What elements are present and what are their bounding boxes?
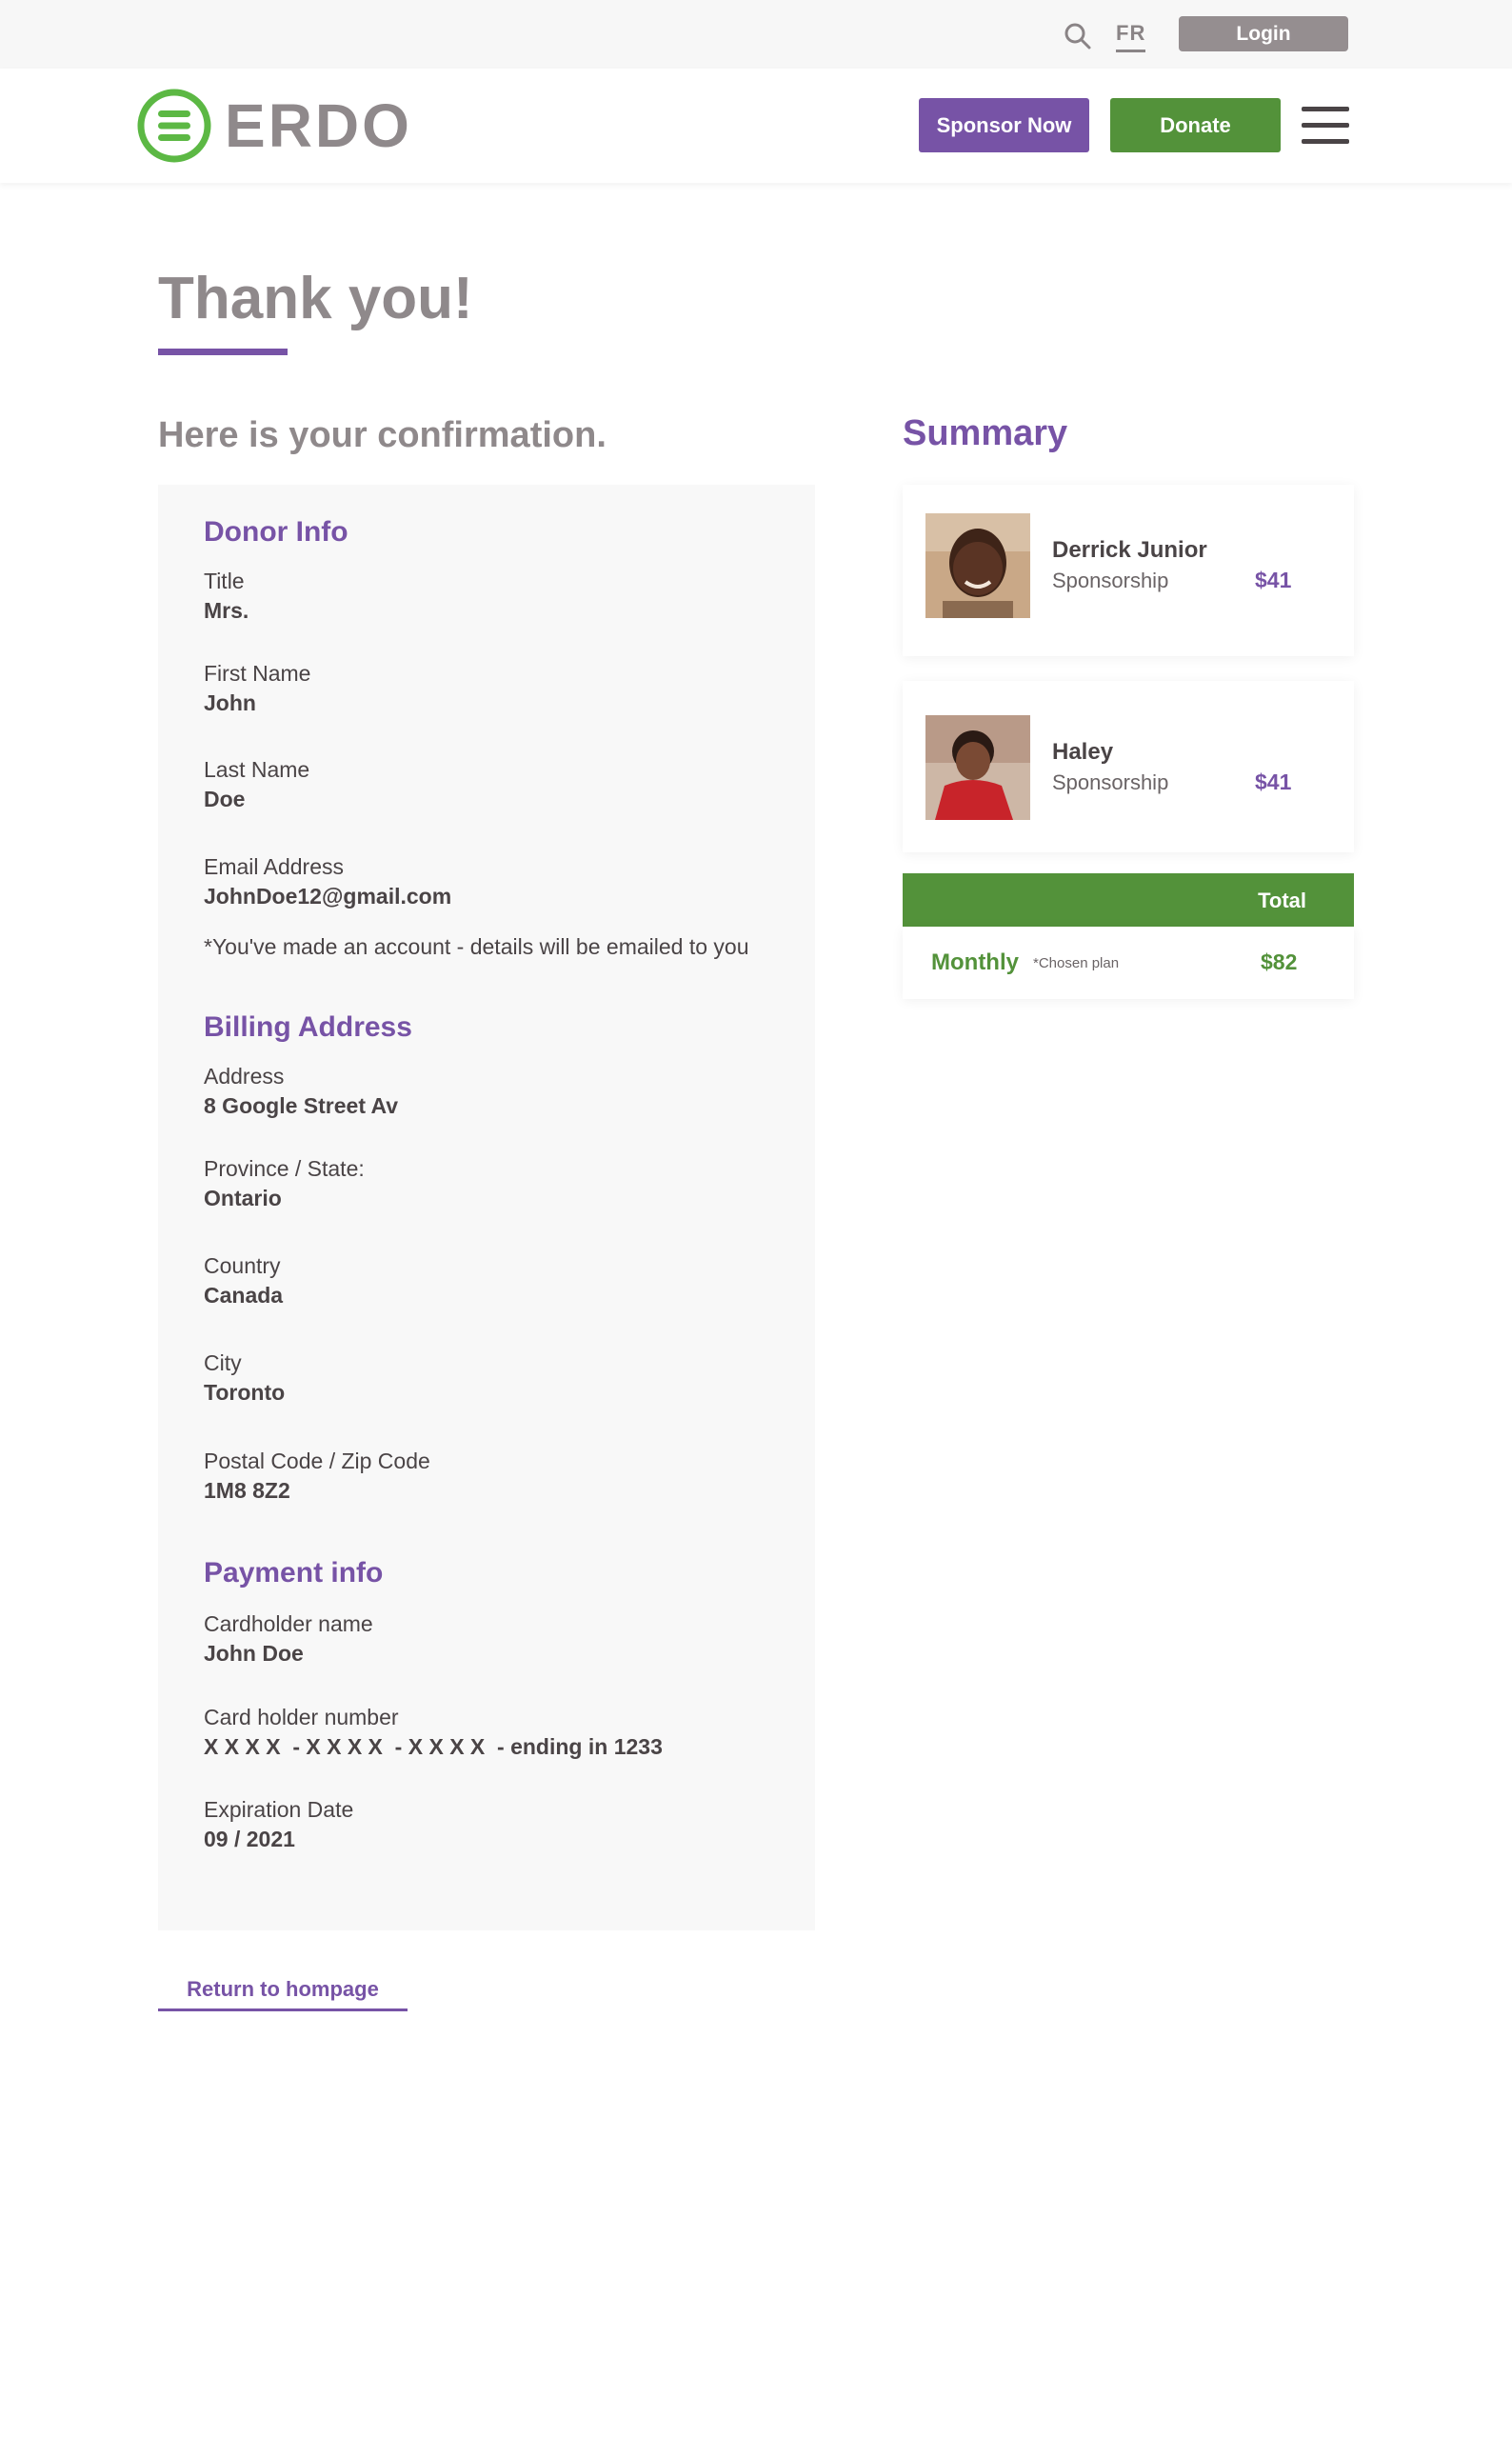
province-label: Province / State: [204, 1156, 365, 1181]
account-note: *You've made an account - details will b… [204, 934, 749, 959]
search-icon[interactable] [1063, 21, 1093, 51]
summary-item-card: Haley Sponsorship $41 [903, 681, 1354, 852]
total-amount: $82 [1261, 949, 1298, 974]
title-underline [158, 349, 288, 355]
expiry-label: Expiration Date [204, 1797, 354, 1822]
donor-info-heading: Donor Info [204, 516, 348, 548]
brand-name[interactable]: ERDO [225, 91, 412, 160]
summary-item-type: Sponsorship [1052, 770, 1169, 794]
country-value: Canada [204, 1283, 284, 1308]
province-value: Ontario [204, 1186, 282, 1210]
summary-item-amount: $41 [1255, 568, 1292, 592]
sponsor-now-button[interactable]: Sponsor Now [919, 98, 1089, 152]
child-photo [925, 715, 1030, 820]
total-label: Total [1258, 889, 1306, 912]
summary-item-card: Derrick Junior Sponsorship $41 [903, 485, 1354, 656]
donate-button[interactable]: Donate [1110, 98, 1281, 152]
child-photo [925, 513, 1030, 618]
plan-frequency: Monthly [931, 949, 1019, 975]
card-number-value: X X X X - X X X X - X X X X - ending in … [204, 1734, 663, 1759]
return-to-homepage-link[interactable]: Return to hompage [158, 1977, 408, 2011]
city-label: City [204, 1350, 242, 1375]
postal-code-value: 1M8 8Z2 [204, 1478, 290, 1503]
city-value: Toronto [204, 1380, 286, 1405]
logo-icon[interactable] [136, 88, 212, 164]
country-label: Country [204, 1253, 281, 1278]
login-button[interactable]: Login [1179, 16, 1348, 51]
cardholder-label: Cardholder name [204, 1611, 373, 1636]
summary-item-name: Haley [1052, 739, 1114, 765]
email-label: Email Address [204, 854, 345, 879]
expiry-value: 09 / 2021 [204, 1827, 295, 1851]
last-name-label: Last Name [204, 757, 310, 782]
page-title: Thank you! [158, 266, 473, 331]
language-toggle[interactable]: FR [1116, 21, 1146, 52]
address-value: 8 Google Street Av [204, 1093, 399, 1118]
hamburger-menu-icon[interactable] [1302, 107, 1349, 145]
confirmation-heading: Here is your confirmation. [158, 415, 607, 455]
payment-info-heading: Payment info [204, 1557, 384, 1589]
last-name-value: Doe [204, 787, 246, 811]
card-number-label: Card holder number [204, 1705, 399, 1729]
email-value: JohnDoe12@gmail.com [204, 884, 452, 909]
utility-bar: FR Login [0, 0, 1512, 69]
billing-address-heading: Billing Address [204, 1011, 412, 1043]
summary-item-type: Sponsorship [1052, 569, 1169, 592]
total-header: Total [903, 873, 1354, 927]
first-name-value: John [204, 690, 256, 715]
summary-item-name: Derrick Junior [1052, 537, 1207, 563]
first-name-label: First Name [204, 661, 311, 686]
postal-code-label: Postal Code / Zip Code [204, 1449, 430, 1473]
total-row: Monthly *Chosen plan $82 [903, 927, 1354, 999]
main-header: ERDO Sponsor Now Donate [0, 69, 1512, 183]
plan-note: *Chosen plan [1033, 955, 1120, 971]
title-label: Title [204, 569, 245, 593]
summary-item-amount: $41 [1255, 769, 1292, 794]
cardholder-value: John Doe [204, 1641, 304, 1666]
address-label: Address [204, 1064, 285, 1089]
summary-heading: Summary [903, 413, 1068, 453]
title-value: Mrs. [204, 598, 249, 623]
